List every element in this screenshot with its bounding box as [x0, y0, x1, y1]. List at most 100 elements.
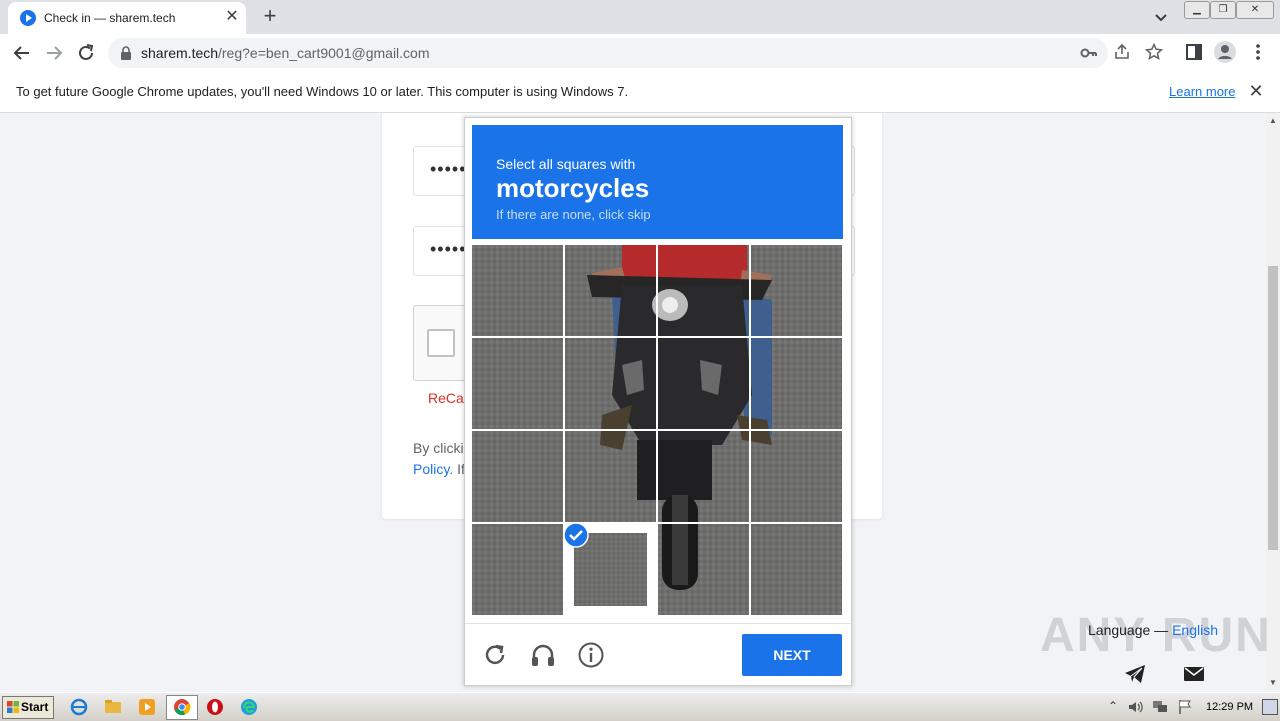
lock-icon[interactable] — [120, 46, 132, 60]
captcha-instruction: Select all squares with — [496, 156, 636, 172]
captcha-tile-image — [658, 338, 749, 429]
window-restore-button[interactable]: ❐ — [1210, 1, 1236, 19]
network-icon[interactable] — [1152, 700, 1168, 714]
browser-tab[interactable]: Check in — sharem.tech ✕ — [8, 2, 246, 34]
captcha-tile[interactable] — [565, 431, 656, 522]
url-path: /reg?e=ben_cart9001@gmail.com — [218, 45, 430, 61]
opera-icon[interactable] — [206, 698, 224, 716]
new-tab-button[interactable]: + — [258, 5, 282, 29]
captcha-tile-image — [565, 245, 656, 336]
url-host: sharem.tech — [141, 45, 219, 61]
captcha-tile[interactable] — [472, 245, 563, 336]
captcha-tile-image — [472, 338, 563, 429]
captcha-tile[interactable] — [658, 245, 749, 336]
language-link[interactable]: English — [1172, 622, 1218, 638]
captcha-tile[interactable] — [751, 338, 842, 429]
site-favicon-icon — [20, 10, 36, 26]
captcha-image-grid — [472, 245, 843, 616]
terms-text: By clicki Policy. If — [413, 438, 465, 480]
captcha-tile[interactable] — [565, 245, 656, 336]
confirm-password-mask: ••••• — [430, 239, 467, 259]
captcha-tile[interactable] — [565, 338, 656, 429]
captcha-tile-image — [565, 431, 656, 522]
action-center-flag-icon[interactable] — [1178, 699, 1192, 715]
telegram-icon[interactable] — [1124, 664, 1146, 684]
chrome-icon — [174, 699, 191, 716]
internet-explorer-icon[interactable] — [70, 698, 88, 716]
scroll-down-arrow-icon[interactable]: ▼ — [1266, 678, 1280, 690]
captcha-tile[interactable] — [658, 431, 749, 522]
captcha-tile[interactable] — [751, 431, 842, 522]
start-label: Start — [21, 700, 49, 714]
captcha-tile-image — [658, 524, 749, 615]
back-arrow-icon[interactable] — [10, 41, 34, 65]
privacy-policy-link[interactable]: Policy. — [413, 461, 453, 477]
captcha-tile[interactable] — [472, 431, 563, 522]
forward-arrow-icon[interactable] — [42, 41, 66, 65]
tab-close-button[interactable]: ✕ — [222, 7, 242, 27]
captcha-tile-image — [751, 431, 842, 522]
scroll-up-arrow-icon[interactable]: ▲ — [1266, 116, 1280, 128]
volume-icon[interactable] — [1128, 700, 1144, 714]
browser-toolbar: sharem.tech /reg?e=ben_cart9001@gmail.co… — [0, 34, 1280, 72]
media-player-icon[interactable] — [138, 698, 156, 716]
update-infobar: To get future Google Chrome updates, you… — [0, 72, 1280, 113]
captcha-header: Select all squares with motorcycles If t… — [472, 125, 843, 239]
info-icon[interactable] — [577, 641, 605, 669]
windows-taskbar: Start ⌃ 12:29 PM — [0, 692, 1280, 721]
taskbar-clock: 12:29 PM — [1206, 701, 1254, 713]
profile-avatar-icon[interactable] — [1213, 40, 1237, 64]
captcha-tile[interactable] — [472, 338, 563, 429]
tab-strip: Check in — sharem.tech ✕ + ▁ ❐ ✕ — [0, 0, 1280, 34]
tab-title: Check in — sharem.tech — [44, 11, 176, 25]
captcha-skip-hint: If there are none, click skip — [496, 207, 651, 222]
terms-intro: By clicki — [413, 440, 464, 456]
side-panel-icon[interactable] — [1185, 43, 1203, 61]
captcha-tile-image — [565, 338, 656, 429]
captcha-tile-image — [472, 245, 563, 336]
chrome-menu-icon[interactable] — [1248, 42, 1268, 62]
captcha-tile[interactable] — [658, 338, 749, 429]
edge-icon[interactable] — [240, 698, 258, 716]
window-minimize-button[interactable]: ▁ — [1184, 1, 1210, 19]
captcha-target-object: motorcycles — [496, 173, 650, 203]
captcha-challenge-dialog: Select all squares with motorcycles If t… — [464, 117, 852, 686]
address-bar[interactable]: sharem.tech /reg?e=ben_cart9001@gmail.co… — [108, 38, 1108, 68]
captcha-tile[interactable] — [658, 524, 749, 615]
audio-challenge-headphones-icon[interactable] — [529, 641, 557, 669]
share-icon[interactable] — [1113, 43, 1131, 61]
captcha-tile[interactable] — [563, 522, 656, 615]
window-close-button[interactable]: ✕ — [1236, 1, 1274, 19]
reload-challenge-icon[interactable] — [481, 641, 509, 669]
scrollbar-thumb[interactable] — [1268, 266, 1278, 550]
tray-expand-icon[interactable]: ⌃ — [1108, 699, 1122, 713]
captcha-tile-image — [658, 431, 749, 522]
learn-more-link[interactable]: Learn more — [1169, 84, 1235, 99]
reload-icon[interactable] — [74, 41, 98, 65]
password-key-icon[interactable] — [1080, 45, 1098, 61]
captcha-tile[interactable] — [751, 245, 842, 336]
recaptcha-checkbox[interactable] — [427, 329, 455, 357]
mail-icon[interactable] — [1184, 667, 1204, 681]
captcha-tile-image — [751, 524, 842, 615]
infobar-message: To get future Google Chrome updates, you… — [16, 84, 629, 99]
file-explorer-icon[interactable] — [104, 698, 122, 716]
captcha-tile-image — [751, 245, 842, 336]
language-selector: Language — English — [1088, 622, 1218, 638]
infobar-close-button[interactable]: ✕ — [1246, 81, 1266, 101]
windows-logo-icon — [7, 701, 19, 713]
next-button[interactable]: NEXT — [742, 634, 842, 676]
chrome-taskbar-button[interactable] — [166, 695, 198, 720]
bookmark-star-icon[interactable] — [1145, 43, 1163, 61]
captcha-tile[interactable] — [751, 524, 842, 615]
captcha-tile[interactable] — [472, 524, 563, 615]
captcha-tile-image — [751, 338, 842, 429]
selected-checkmark-icon — [563, 522, 589, 548]
show-desktop-button[interactable] — [1262, 699, 1278, 715]
start-button[interactable]: Start — [2, 696, 54, 719]
captcha-tile-image — [658, 245, 749, 336]
captcha-tile-image — [472, 431, 563, 522]
language-label: Language — — [1088, 622, 1173, 638]
captcha-tile-image — [472, 524, 563, 615]
tab-search-chevron-icon[interactable] — [1150, 6, 1172, 28]
